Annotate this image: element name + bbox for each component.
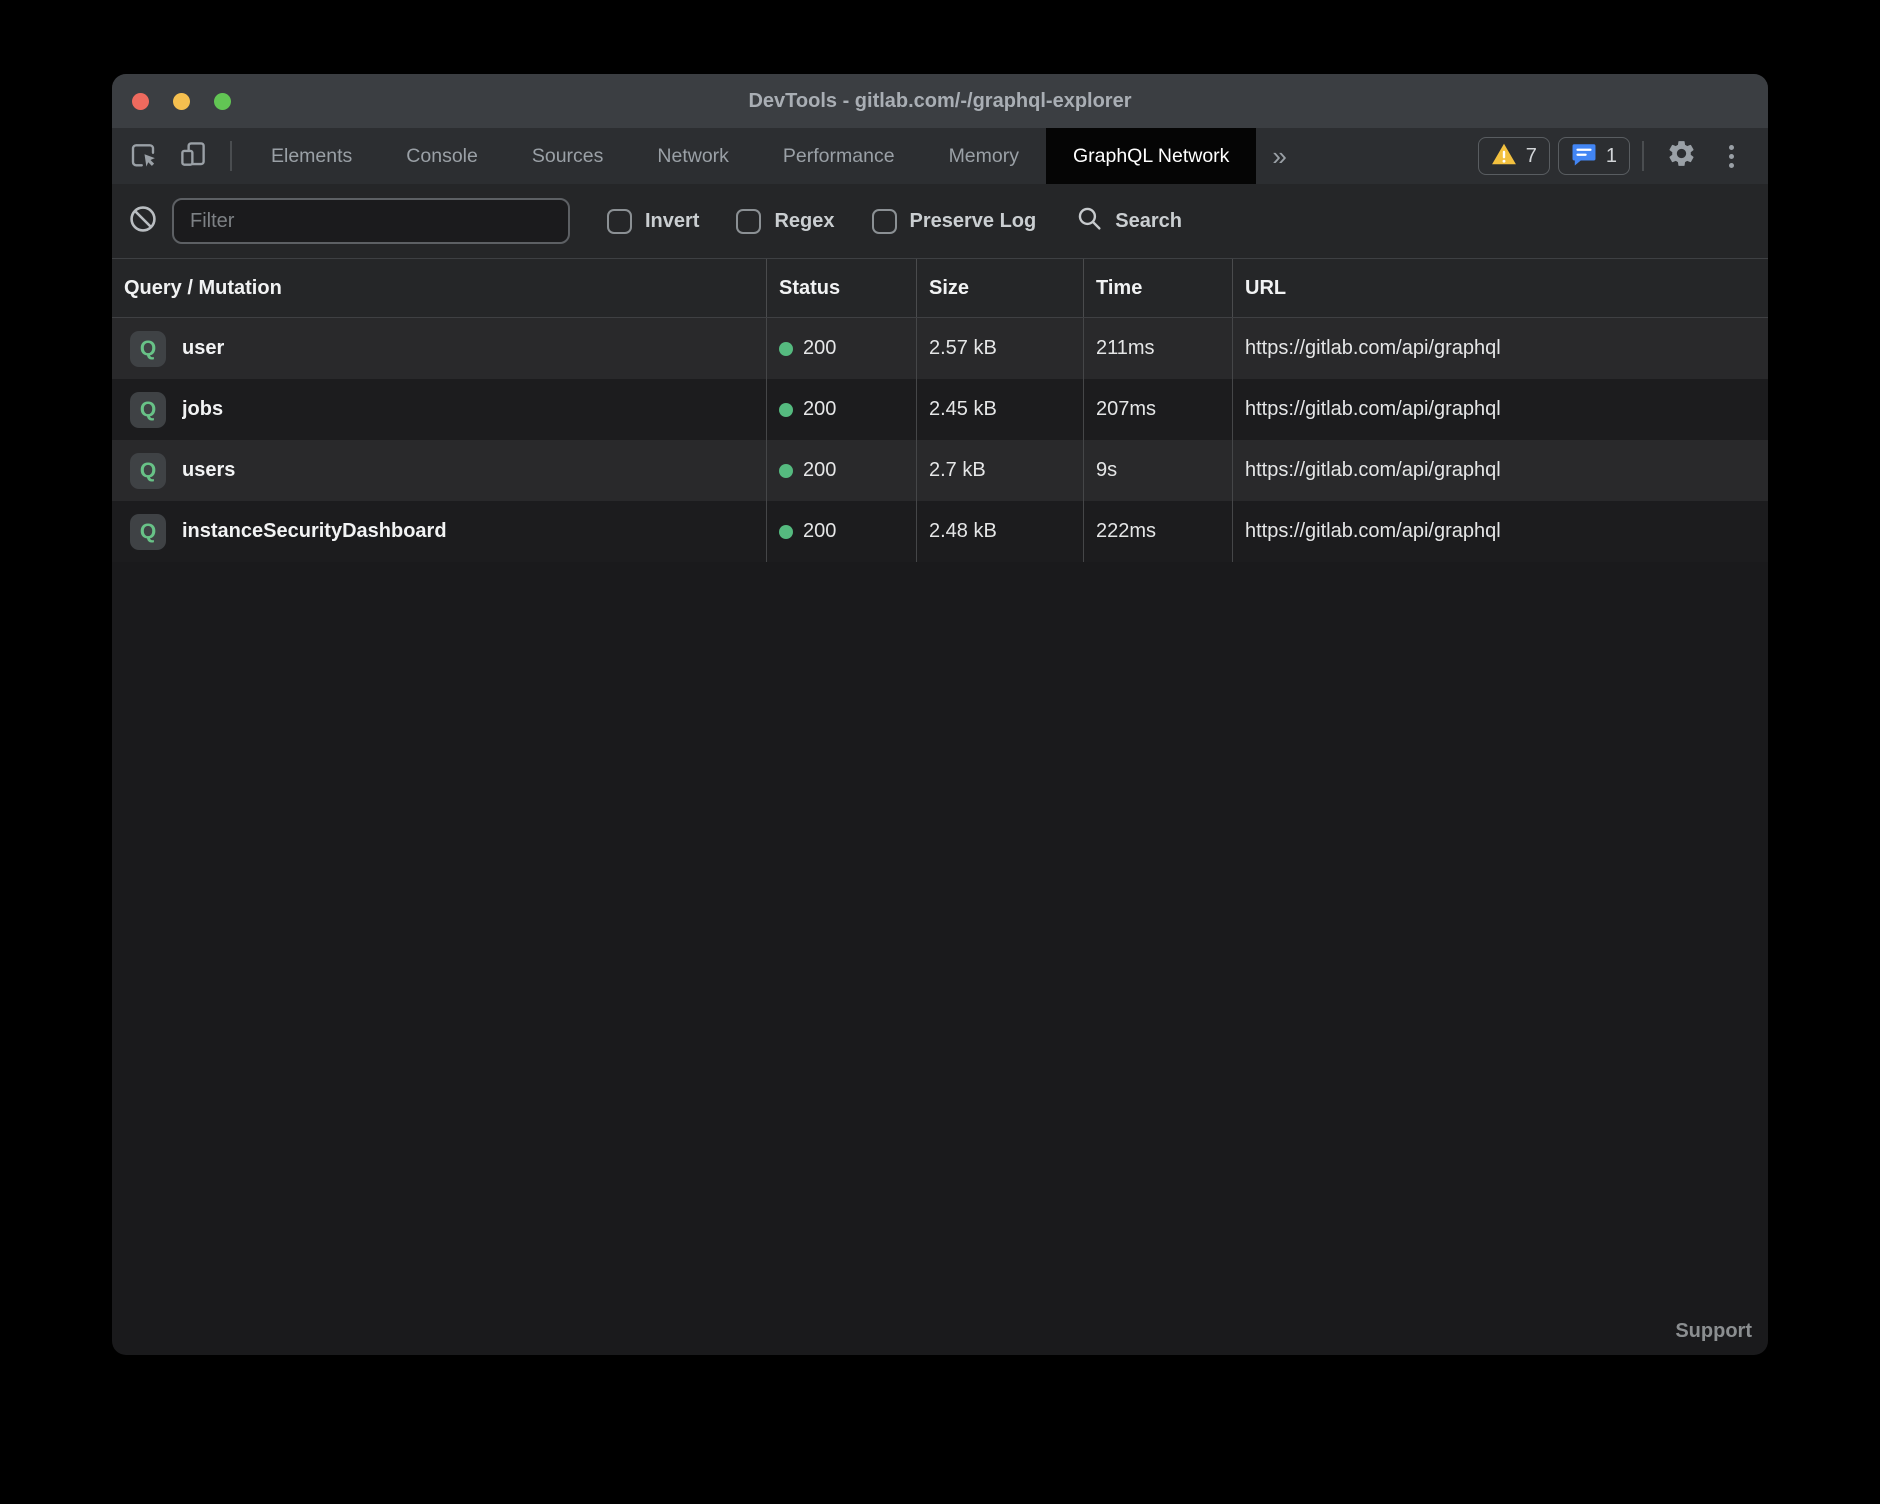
chevron-double-right-icon: » bbox=[1272, 141, 1286, 172]
window-title: DevTools - gitlab.com/-/graphql-explorer bbox=[748, 90, 1131, 113]
inspect-element-icon bbox=[128, 139, 158, 174]
tab-performance[interactable]: Performance bbox=[756, 128, 922, 184]
zoom-button[interactable] bbox=[214, 93, 231, 110]
regex-checkbox[interactable] bbox=[736, 209, 761, 234]
tab-network[interactable]: Network bbox=[630, 128, 756, 184]
status-dot-icon bbox=[779, 464, 793, 478]
url-value: https://gitlab.com/api/graphql bbox=[1232, 440, 1768, 501]
preserve-log-checkbox[interactable] bbox=[872, 209, 897, 234]
query-name: user bbox=[182, 337, 224, 360]
status-value: 200 bbox=[803, 337, 836, 360]
status-dot-icon bbox=[779, 525, 793, 539]
more-tabs-button[interactable]: » bbox=[1256, 128, 1302, 184]
size-value: 2.7 kB bbox=[916, 440, 1083, 501]
inspect-element-button[interactable] bbox=[112, 128, 168, 184]
table-row[interactable]: Q jobs 200 2.45 kB 207ms https://gitlab.… bbox=[112, 379, 1768, 440]
issues-badge[interactable]: 1 bbox=[1558, 137, 1630, 175]
issues-count: 1 bbox=[1606, 145, 1617, 168]
device-toolbar-icon bbox=[178, 139, 208, 174]
tab-console[interactable]: Console bbox=[379, 128, 505, 184]
table-row[interactable]: Q user 200 2.57 kB 211ms https://gitlab.… bbox=[112, 318, 1768, 379]
table-body: Q user 200 2.57 kB 211ms https://gitlab.… bbox=[112, 318, 1768, 562]
regex-checkbox-group[interactable]: Regex bbox=[736, 209, 834, 234]
tabbar-right-controls: 7 1 bbox=[1470, 128, 1768, 184]
filter-bar: Invert Regex Preserve Log Search bbox=[112, 184, 1768, 259]
table-header: Query / Mutation Status Size Time URL bbox=[112, 259, 1768, 318]
query-name: jobs bbox=[182, 398, 223, 421]
search-button[interactable]: Search bbox=[1076, 205, 1182, 237]
warning-triangle-icon bbox=[1491, 142, 1517, 171]
warnings-badge[interactable]: 7 bbox=[1478, 137, 1550, 175]
filter-input[interactable] bbox=[172, 198, 570, 244]
support-link[interactable]: Support bbox=[1675, 1320, 1752, 1343]
devtools-tabbar: ElementsConsoleSourcesNetworkPerformance… bbox=[112, 128, 1768, 184]
warnings-count: 7 bbox=[1526, 145, 1537, 168]
query-type-badge: Q bbox=[130, 392, 166, 428]
titlebar: DevTools - gitlab.com/-/graphql-explorer bbox=[112, 74, 1768, 128]
block-icon bbox=[129, 205, 157, 238]
regex-label: Regex bbox=[774, 210, 834, 233]
toolbar-divider bbox=[230, 141, 232, 171]
screen: DevTools - gitlab.com/-/graphql-explorer bbox=[0, 0, 1880, 1504]
query-type-badge: Q bbox=[130, 331, 166, 367]
column-header-url[interactable]: URL bbox=[1232, 259, 1768, 317]
more-options-button[interactable] bbox=[1721, 145, 1742, 168]
search-label: Search bbox=[1115, 210, 1182, 233]
table-row[interactable]: Q users 200 2.7 kB 9s https://gitlab.com… bbox=[112, 440, 1768, 501]
status-value: 200 bbox=[803, 459, 836, 482]
status-dot-icon bbox=[779, 342, 793, 356]
tab-memory[interactable]: Memory bbox=[922, 128, 1046, 184]
query-name: users bbox=[182, 459, 235, 482]
status-value: 200 bbox=[803, 520, 836, 543]
time-value: 9s bbox=[1083, 440, 1232, 501]
tab-graphql-network[interactable]: GraphQL Network bbox=[1046, 128, 1256, 184]
close-button[interactable] bbox=[132, 93, 149, 110]
column-header-query-mutation[interactable]: Query / Mutation bbox=[112, 259, 766, 317]
traffic-lights bbox=[132, 74, 231, 128]
query-type-badge: Q bbox=[130, 453, 166, 489]
badge-divider bbox=[1642, 141, 1644, 171]
url-value: https://gitlab.com/api/graphql bbox=[1232, 379, 1768, 440]
time-value: 211ms bbox=[1083, 318, 1232, 379]
column-header-status[interactable]: Status bbox=[766, 259, 916, 317]
tab-sources[interactable]: Sources bbox=[505, 128, 631, 184]
gear-icon bbox=[1666, 138, 1697, 174]
column-header-time[interactable]: Time bbox=[1083, 259, 1232, 317]
size-value: 2.45 kB bbox=[916, 379, 1083, 440]
kebab-menu-icon bbox=[1729, 145, 1734, 150]
panel-tabs: ElementsConsoleSourcesNetworkPerformance… bbox=[244, 128, 1256, 184]
invert-checkbox[interactable] bbox=[607, 209, 632, 234]
query-name: instanceSecurityDashboard bbox=[182, 520, 447, 543]
size-value: 2.48 kB bbox=[916, 501, 1083, 562]
url-value: https://gitlab.com/api/graphql bbox=[1232, 318, 1768, 379]
status-dot-icon bbox=[779, 403, 793, 417]
url-value: https://gitlab.com/api/graphql bbox=[1232, 501, 1768, 562]
clear-log-button[interactable] bbox=[126, 204, 160, 238]
table-row[interactable]: Q instanceSecurityDashboard 200 2.48 kB … bbox=[112, 501, 1768, 562]
query-type-badge: Q bbox=[130, 514, 166, 550]
device-toolbar-button[interactable] bbox=[168, 128, 218, 184]
time-value: 207ms bbox=[1083, 379, 1232, 440]
devtools-window: DevTools - gitlab.com/-/graphql-explorer bbox=[112, 74, 1768, 1355]
search-icon bbox=[1076, 205, 1103, 237]
invert-checkbox-group[interactable]: Invert bbox=[607, 209, 699, 234]
settings-button[interactable] bbox=[1656, 138, 1707, 174]
minimize-button[interactable] bbox=[173, 93, 190, 110]
status-value: 200 bbox=[803, 398, 836, 421]
preserve-log-label: Preserve Log bbox=[910, 210, 1037, 233]
time-value: 222ms bbox=[1083, 501, 1232, 562]
tab-elements[interactable]: Elements bbox=[244, 128, 379, 184]
size-value: 2.57 kB bbox=[916, 318, 1083, 379]
column-header-size[interactable]: Size bbox=[916, 259, 1083, 317]
message-bubble-icon bbox=[1571, 142, 1597, 171]
invert-label: Invert bbox=[645, 210, 699, 233]
preserve-log-checkbox-group[interactable]: Preserve Log bbox=[872, 209, 1037, 234]
